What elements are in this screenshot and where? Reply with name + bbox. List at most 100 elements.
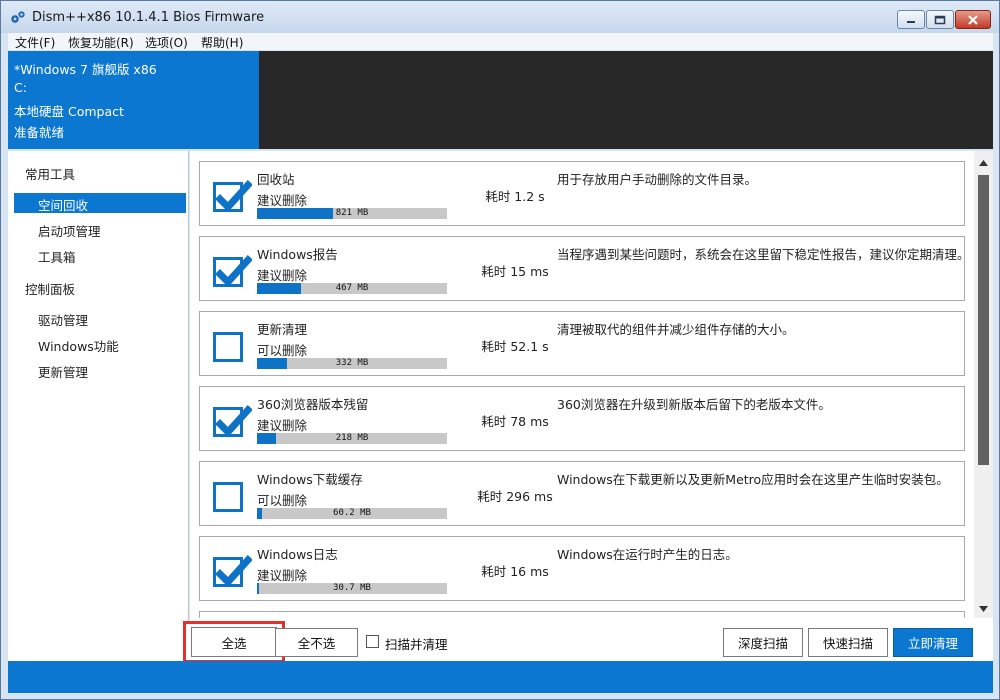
scroll-down-button[interactable] xyxy=(974,600,993,617)
size-bar: 60.2 MB xyxy=(257,508,447,519)
sidebar-item-windows-features[interactable]: Windows功能 xyxy=(38,336,119,355)
item-title: 回收站 xyxy=(257,172,295,187)
select-none-button[interactable]: 全不选 xyxy=(275,628,358,657)
item-status: 可以删除 xyxy=(257,343,308,358)
item-description: 清理被取代的组件并减少组件存储的大小。 xyxy=(557,322,795,337)
scan-and-clean-label[interactable]: 扫描并清理 xyxy=(385,634,448,653)
window-title: Dism++x86 10.1.4.1 Bios Firmware xyxy=(32,10,265,25)
item-status: 建议删除 xyxy=(257,418,308,433)
item-status: 建议删除 xyxy=(257,193,308,208)
scan-time: 耗时 78 ms xyxy=(481,414,549,429)
sidebar-item-startup[interactable]: 启动项管理 xyxy=(38,221,101,240)
quick-scan-label: 快速扫描 xyxy=(822,636,873,651)
cleanup-item[interactable]: Windows日志 建议删除 30.7 MB 耗时 16 ms Windows在… xyxy=(199,536,965,601)
size-bar: 821 MB xyxy=(257,208,447,219)
item-description: 用于存放用户手动删除的文件目录。 xyxy=(557,172,758,187)
sidebar-item-space-reclaim[interactable]: 空间回收 xyxy=(38,195,88,214)
size-value: 821 MB xyxy=(335,208,369,218)
vertical-scrollbar[interactable] xyxy=(974,151,993,618)
cleanup-item[interactable]: Windows报告 建议删除 467 MB 耗时 15 ms 当程序遇到某些问题… xyxy=(199,236,970,301)
checkmark-icon xyxy=(215,180,252,213)
cleanup-item[interactable]: 回收站 建议删除 821 MB 耗时 1.2 s 用于存放用户手动删除的文件目录… xyxy=(199,161,965,226)
select-all-label: 全选 xyxy=(221,635,247,651)
clean-now-button[interactable]: 立即清理 xyxy=(893,628,973,657)
status-text: 准备就绪 xyxy=(14,125,65,140)
item-status: 建议删除 xyxy=(257,268,308,283)
action-bar: 全选 全不选 扫描并清理 深度扫描 快速扫描 立即清理 xyxy=(183,618,993,663)
item-checkbox[interactable] xyxy=(213,482,243,512)
arrow-down-icon xyxy=(979,605,988,612)
deep-scan-label: 深度扫描 xyxy=(737,636,788,651)
app-window: Dism++x86 10.1.4.1 Bios Firmware 文件(F) 恢… xyxy=(0,0,1000,700)
scroll-thumb[interactable] xyxy=(978,175,989,465)
minimize-button[interactable] xyxy=(897,10,925,29)
scan-time: 耗时 1.2 s xyxy=(485,189,545,204)
item-description: 360浏览器在升级到新版本后留下的老版本文件。 xyxy=(557,397,831,412)
checkmark-icon xyxy=(215,255,252,288)
quick-scan-button[interactable]: 快速扫描 xyxy=(808,628,888,657)
size-value: 218 MB xyxy=(335,433,369,443)
maximize-icon xyxy=(934,15,946,24)
os-name: *Windows 7 旗舰版 x86 xyxy=(14,62,157,77)
menu-file[interactable]: 文件(F) xyxy=(15,34,55,51)
cleanup-item[interactable]: 360浏览器版本残留 建议删除 218 MB 耗时 78 ms 360浏览器在升… xyxy=(199,386,965,451)
sidebar-item-drivers[interactable]: 驱动管理 xyxy=(38,310,88,329)
status-bar xyxy=(8,661,993,693)
item-title: Windows报告 xyxy=(257,247,338,262)
item-description: Windows在下载更新以及更新Metro应用时会在这里产生临时安装包。 xyxy=(557,472,949,487)
item-title: Windows下载缓存 xyxy=(257,472,363,487)
size-value: 60.2 MB xyxy=(333,508,371,518)
scroll-up-button[interactable] xyxy=(974,154,993,171)
scan-time: 耗时 52.1 s xyxy=(481,339,549,354)
session-panel xyxy=(259,51,993,149)
title-bar[interactable]: Dism++x86 10.1.4.1 Bios Firmware xyxy=(1,1,999,33)
item-status: 可以删除 xyxy=(257,493,308,508)
close-button[interactable] xyxy=(955,10,991,29)
minimize-icon xyxy=(907,20,915,23)
item-checkbox[interactable] xyxy=(213,555,252,588)
checkmark-icon xyxy=(215,405,252,438)
select-all-button[interactable]: 全选 xyxy=(183,621,285,663)
menu-restore[interactable]: 恢复功能(R) xyxy=(68,34,134,51)
size-bar: 218 MB xyxy=(257,433,447,444)
menu-bar: 文件(F) 恢复功能(R) 选项(O) 帮助(H) xyxy=(8,33,993,50)
item-description: Windows在运行时产生的日志。 xyxy=(557,547,738,562)
item-title: 更新清理 xyxy=(257,322,308,337)
close-icon xyxy=(968,14,978,25)
menu-help[interactable]: 帮助(H) xyxy=(201,34,243,51)
size-value: 30.7 MB xyxy=(333,583,371,593)
size-bar: 332 MB xyxy=(257,358,447,369)
cleanup-list: 回收站 建议删除 821 MB 耗时 1.2 s 用于存放用户手动删除的文件目录… xyxy=(190,151,974,618)
item-checkbox[interactable] xyxy=(213,332,243,362)
deep-scan-button[interactable]: 深度扫描 xyxy=(723,628,803,657)
item-checkbox[interactable] xyxy=(213,255,252,288)
cleanup-item-partial[interactable] xyxy=(199,611,965,618)
drive-letter: C: xyxy=(14,80,27,95)
sidebar-item-toolbox[interactable]: 工具箱 xyxy=(38,247,76,266)
sidebar: 常用工具 空间回收 启动项管理 工具箱 控制面板 驱动管理 Windows功能 … xyxy=(8,151,189,661)
sidebar-item-updates[interactable]: 更新管理 xyxy=(38,362,88,381)
item-checkbox[interactable] xyxy=(213,405,252,438)
cleanup-item[interactable]: 更新清理 可以删除 332 MB 耗时 52.1 s 清理被取代的组件并减少组件… xyxy=(199,311,965,376)
system-info-panel[interactable]: *Windows 7 旗舰版 x86 C: 本地硬盘 Compact 准备就绪 xyxy=(8,51,259,149)
cleanup-item[interactable]: Windows下载缓存 可以删除 60.2 MB 耗时 296 ms Windo… xyxy=(199,461,965,526)
item-title: Windows日志 xyxy=(257,547,338,562)
item-status: 建议删除 xyxy=(257,568,308,583)
select-none-label: 全不选 xyxy=(297,636,336,651)
item-description: 当程序遇到某些问题时，系统会在这里留下稳定性报告，建议你定期清理。 xyxy=(557,247,970,262)
maximize-button[interactable] xyxy=(926,10,954,29)
scan-and-clean-checkbox[interactable] xyxy=(366,635,379,648)
disk-type: 本地硬盘 Compact xyxy=(14,104,124,119)
checkmark-icon xyxy=(215,555,252,588)
item-checkbox[interactable] xyxy=(213,180,252,213)
menu-options[interactable]: 选项(O) xyxy=(145,34,188,51)
scan-time: 耗时 15 ms xyxy=(481,264,549,279)
scan-time: 耗时 296 ms xyxy=(477,489,553,504)
size-value: 467 MB xyxy=(335,283,369,293)
size-value: 332 MB xyxy=(335,358,369,368)
gears-app-icon xyxy=(11,11,25,23)
sidebar-group-common-tools: 常用工具 xyxy=(25,167,76,182)
clean-now-label: 立即清理 xyxy=(907,636,958,651)
sidebar-group-control-panel: 控制面板 xyxy=(25,282,76,297)
item-title: 360浏览器版本残留 xyxy=(257,397,369,412)
